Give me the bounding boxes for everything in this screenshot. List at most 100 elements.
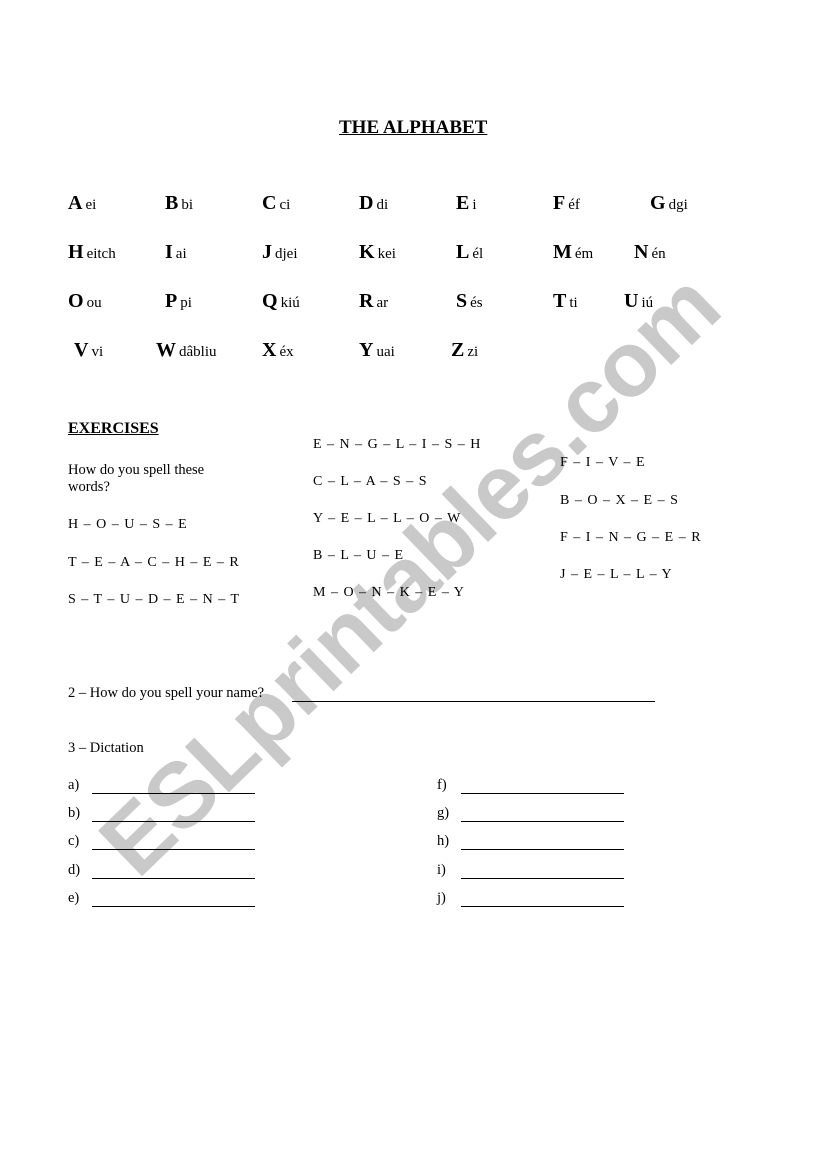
letter: V xyxy=(74,339,89,361)
pronunciation: ar xyxy=(376,295,389,311)
dictation-item-label: d) xyxy=(68,862,81,878)
letter: X xyxy=(262,339,277,361)
name-answer-line[interactable] xyxy=(292,701,655,702)
spelled-word: T – E – A – C – H – E – R xyxy=(68,555,240,570)
spelled-word: B – O – X – E – S xyxy=(560,493,679,508)
dictation-item-label: f) xyxy=(437,777,447,793)
pronunciation: ém xyxy=(574,246,594,262)
alphabet-item: Aei xyxy=(68,192,96,215)
alphabet-item: Qkiú xyxy=(262,290,300,313)
dictation-answer-line[interactable] xyxy=(92,793,255,794)
alphabet-item: Cci xyxy=(262,192,290,215)
pronunciation: bi xyxy=(181,197,194,213)
dictation-answer-line[interactable] xyxy=(461,793,624,794)
dictation-item-label: e) xyxy=(68,890,80,906)
alphabet-item: Iai xyxy=(165,241,187,264)
page-title: THE ALPHABET xyxy=(339,117,488,138)
letter: U xyxy=(624,290,639,312)
pronunciation: uai xyxy=(376,344,395,360)
letter: M xyxy=(553,241,572,263)
spelled-word: B – L – U – E xyxy=(313,548,405,563)
dictation-item-label: c) xyxy=(68,833,80,849)
letter: Q xyxy=(262,290,278,312)
worksheet-content: THE ALPHABET Aei Bbi Cci Ddi Ei Féf Gdgi… xyxy=(0,0,826,1169)
pronunciation: kei xyxy=(377,246,396,262)
letter: F xyxy=(553,192,566,214)
letter: D xyxy=(359,192,374,214)
exercises-heading: EXERCISES xyxy=(68,420,159,437)
alphabet-item: Xéx xyxy=(262,339,294,362)
pronunciation: él xyxy=(472,246,484,262)
letter: E xyxy=(456,192,470,214)
pronunciation: kiú xyxy=(280,295,300,311)
pronunciation: én xyxy=(651,246,666,262)
spelled-word: M – O – N – K – E – Y xyxy=(313,585,465,600)
letter: T xyxy=(553,290,567,312)
alphabet-item: Yuai xyxy=(359,339,395,362)
letter: R xyxy=(359,290,374,312)
letter: S xyxy=(456,290,468,312)
pronunciation: ci xyxy=(279,197,291,213)
alphabet-item: Gdgi xyxy=(650,192,688,215)
alphabet-item: Uiú xyxy=(624,290,653,313)
dictation-answer-line[interactable] xyxy=(461,821,624,822)
letter: C xyxy=(262,192,277,214)
alphabet-item: Ppi xyxy=(165,290,192,313)
worksheet-page: ESLprintables.com THE ALPHABET Aei Bbi C… xyxy=(0,0,826,1169)
pronunciation: éx xyxy=(279,344,294,360)
dictation-item-label: g) xyxy=(437,805,450,821)
letter: B xyxy=(165,192,179,214)
alphabet-item: Heitch xyxy=(68,241,116,264)
alphabet-item: Tti xyxy=(553,290,578,313)
alphabet-item: Sés xyxy=(456,290,483,313)
pronunciation: pi xyxy=(180,295,192,311)
alphabet-item: Oou xyxy=(68,290,102,313)
pronunciation: ou xyxy=(86,295,102,311)
dictation-item-label: b) xyxy=(68,805,81,821)
question-2-label: 2 – How do you spell your name? xyxy=(68,685,265,701)
alphabet-item: Ei xyxy=(456,192,477,215)
pronunciation: éf xyxy=(568,197,580,213)
pronunciation: ai xyxy=(175,246,187,262)
alphabet-item: Ddi xyxy=(359,192,388,215)
letter: H xyxy=(68,241,84,263)
dictation-answer-line[interactable] xyxy=(92,878,255,879)
alphabet-item: Kkei xyxy=(359,241,396,264)
letter: P xyxy=(165,290,178,312)
letter: K xyxy=(359,241,375,263)
letter: Z xyxy=(451,339,465,361)
letter: O xyxy=(68,290,84,312)
spelled-word: F – I – N – G – E – R xyxy=(560,530,702,545)
letter: G xyxy=(650,192,666,214)
alphabet-item: Zzi xyxy=(451,339,478,362)
dictation-answer-line[interactable] xyxy=(461,906,624,907)
pronunciation: iú xyxy=(641,295,654,311)
pronunciation: ei xyxy=(85,197,97,213)
dictation-answer-line[interactable] xyxy=(92,906,255,907)
pronunciation: eitch xyxy=(86,246,116,262)
letter: Y xyxy=(359,339,374,361)
spelled-word: J – E – L – L – Y xyxy=(560,567,673,582)
letter: W xyxy=(156,339,176,361)
alphabet-item: Féf xyxy=(553,192,580,215)
letter: L xyxy=(456,241,470,263)
dictation-answer-line[interactable] xyxy=(461,878,624,879)
spelled-word: E – N – G – L – I – S – H xyxy=(313,437,482,452)
dictation-answer-line[interactable] xyxy=(92,849,255,850)
dictation-answer-line[interactable] xyxy=(92,821,255,822)
alphabet-item: Jdjei xyxy=(262,241,298,264)
alphabet-item: Vvi xyxy=(74,339,103,362)
question-3-label: 3 – Dictation xyxy=(68,740,144,756)
pronunciation: di xyxy=(376,197,389,213)
alphabet-item: Wdâbliu xyxy=(156,339,217,362)
alphabet-item: Rar xyxy=(359,290,388,313)
pronunciation: zi xyxy=(467,344,479,360)
alphabet-item: Mém xyxy=(553,241,593,264)
exercise-instruction: How do you spell these words? xyxy=(68,462,205,495)
dictation-answer-line[interactable] xyxy=(461,849,624,850)
spelled-word: S – T – U – D – E – N – T xyxy=(68,592,241,607)
pronunciation: vi xyxy=(91,344,104,360)
dictation-item-label: a) xyxy=(68,777,80,793)
spelled-word: Y – E – L – L – O – W xyxy=(313,511,462,526)
letter: I xyxy=(165,241,173,263)
